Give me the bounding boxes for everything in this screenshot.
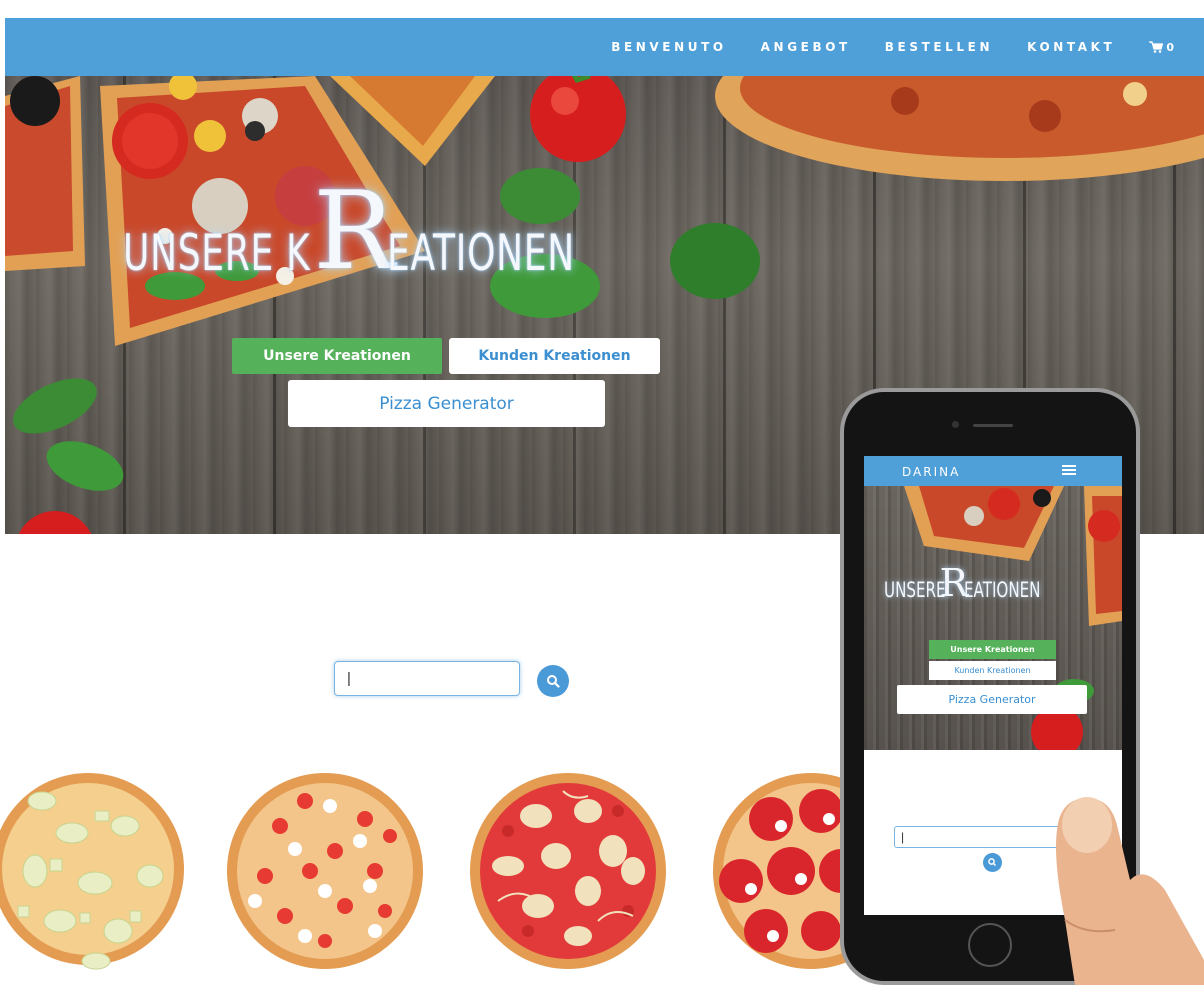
search-icon	[547, 675, 560, 688]
pizza-margherita-mushroom[interactable]	[468, 771, 668, 971]
nav-link-angebot[interactable]: ANGEBOT	[761, 40, 851, 54]
pizza-salami[interactable]	[711, 771, 851, 971]
mobile-hero-title: UNSERE R EATIONEN	[884, 564, 1070, 602]
mobile-hero: UNSERE R EATIONEN Unsere Kreationen Kund…	[864, 486, 1122, 750]
mobile-pizza-generator-button[interactable]: Pizza Generator	[897, 685, 1087, 714]
cart-icon	[1149, 41, 1164, 53]
nav-link-benvenuto[interactable]: BENVENUTO	[611, 40, 726, 54]
nav-link-bestellen[interactable]: BESTELLEN	[885, 40, 993, 54]
mobile-unsere-kreationen-button[interactable]: Unsere Kreationen	[929, 640, 1056, 659]
hamburger-menu-icon[interactable]	[1062, 465, 1076, 475]
phone-camera	[952, 421, 959, 428]
nav-link-kontakt[interactable]: KONTAKT	[1027, 40, 1115, 54]
search-input[interactable]	[334, 661, 520, 696]
hero-title-big-letter: R	[313, 169, 395, 294]
hero-title: UNSERE K R EATIONEN	[123, 169, 783, 294]
mobile-title-left: UNSERE	[884, 578, 946, 602]
top-navbar: BENVENUTO ANGEBOT BESTELLEN KONTAKT 0	[5, 18, 1204, 76]
hero-title-right: EATIONEN	[386, 224, 575, 282]
pizza-tomato-mozzarella[interactable]	[225, 771, 425, 971]
unsere-kreationen-button[interactable]: Unsere Kreationen	[232, 338, 442, 374]
search-icon	[988, 858, 997, 867]
nav-menu: BENVENUTO ANGEBOT BESTELLEN KONTAKT 0	[611, 18, 1174, 76]
mobile-kunden-kreationen-button[interactable]: Kunden Kreationen	[929, 661, 1056, 680]
mobile-search-button[interactable]	[983, 853, 1002, 872]
mobile-navbar: DARINA	[864, 456, 1122, 486]
pizza-artichoke[interactable]	[0, 771, 185, 971]
kunden-kreationen-button[interactable]: Kunden Kreationen	[449, 338, 660, 374]
mobile-logo[interactable]: DARINA	[902, 465, 960, 479]
cart-count: 0	[1166, 40, 1174, 54]
phone-speaker	[973, 424, 1013, 427]
hero-title-left: UNSERE K	[123, 224, 311, 282]
mobile-title-right: EATIONEN	[964, 578, 1041, 602]
hand-thumb-illustration	[1056, 797, 1204, 985]
search-button[interactable]	[537, 665, 569, 697]
pizza-generator-button[interactable]: Pizza Generator	[288, 380, 605, 427]
cart-button[interactable]: 0	[1149, 41, 1174, 54]
